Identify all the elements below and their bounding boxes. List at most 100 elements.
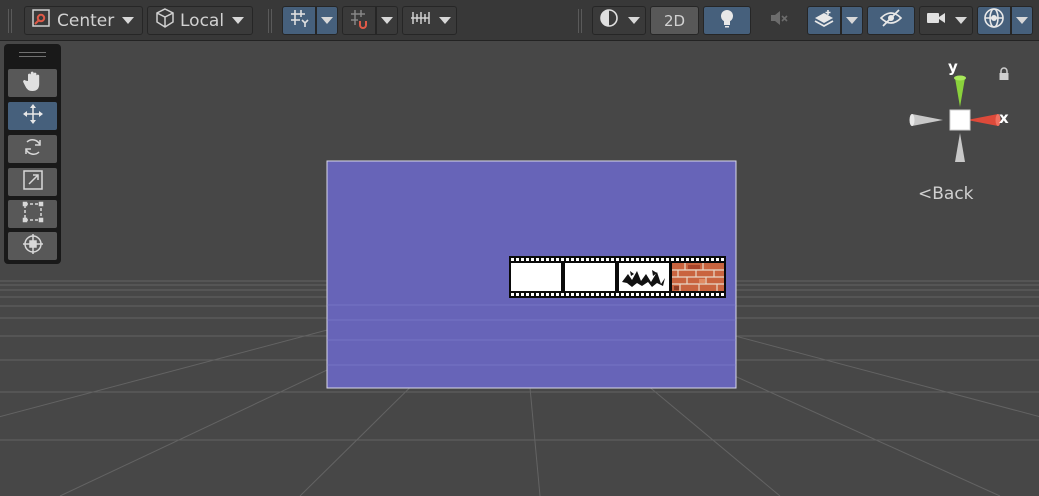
sprocket-hole [651, 258, 654, 261]
chevron-left-icon: < [918, 184, 933, 204]
gizmo-center-cube[interactable] [949, 109, 971, 131]
sprocket-hole [681, 293, 684, 296]
film-frame-2 [565, 263, 615, 291]
sprocket-hole [576, 293, 579, 296]
scale-tool-button[interactable] [8, 168, 57, 196]
effects-dropdown[interactable] [841, 6, 863, 35]
sprocket-hole [716, 258, 719, 261]
sprocket-hole [531, 293, 534, 296]
view-direction-label[interactable]: <Back [918, 184, 974, 204]
chevron-down-icon [1016, 17, 1028, 24]
sprocket-hole [686, 258, 689, 261]
sprocket-hole [701, 258, 704, 261]
sprocket-hole [561, 293, 564, 296]
toolbar-grip[interactable] [578, 9, 582, 33]
sprocket-hole [521, 293, 524, 296]
sprocket-hole [596, 258, 599, 261]
sprocket-hole [586, 293, 589, 296]
gizmo-negx-cone[interactable] [912, 114, 943, 126]
gizmos-toggle[interactable] [977, 6, 1011, 35]
sprocket-hole [591, 258, 594, 261]
hand-tool-button[interactable] [8, 69, 57, 97]
sprocket-hole [686, 293, 689, 296]
move-arrows-icon [21, 102, 45, 130]
sprocket-hole [621, 293, 624, 296]
sprocket-hole [601, 293, 604, 296]
sprocket-hole [511, 293, 514, 296]
sprocket-hole [646, 258, 649, 261]
sprocket-hole [606, 258, 609, 261]
increment-snapping-button[interactable] [342, 6, 376, 35]
grid-visibility-dropdown[interactable] [402, 6, 457, 35]
sprocket-hole [611, 293, 614, 296]
sprocket-hole [531, 258, 534, 261]
sprocket-hole [616, 258, 619, 261]
scene-lighting-toggle[interactable] [703, 6, 751, 35]
gizmos-dropdown[interactable] [1011, 6, 1033, 35]
sprocket-hole [601, 258, 604, 261]
sprocket-hole [696, 258, 699, 261]
sprocket-hole [646, 293, 649, 296]
view-direction-text: Back [932, 184, 974, 204]
sprocket-hole [696, 293, 699, 296]
sprocket-hole [581, 293, 584, 296]
layers-stack-icon [813, 7, 835, 34]
scene-toolbar: Center Local 2D [0, 0, 1039, 41]
sprocket-hole [706, 258, 709, 261]
gizmo-y-cone[interactable] [955, 78, 965, 107]
pivot-rotation-dropdown[interactable]: Local [147, 6, 253, 35]
sprocket-hole [631, 293, 634, 296]
sprocket-hole [666, 258, 669, 261]
scene-visibility-toggle[interactable] [867, 6, 915, 35]
camera-settings-dropdown[interactable] [919, 6, 973, 35]
rotate-tool-button[interactable] [8, 135, 57, 163]
sprocket-hole [526, 293, 529, 296]
gizmo-x-label: x [999, 109, 1009, 127]
gizmo-y-label: y [948, 58, 958, 76]
effects-toggle[interactable] [807, 6, 841, 35]
sprocket-hole [516, 293, 519, 296]
draw-mode-dropdown[interactable] [592, 6, 646, 35]
scale-icon [21, 168, 45, 196]
scene-viewport[interactable] [0, 0, 1039, 496]
sprocket-hole [631, 258, 634, 261]
sprocket-hole [691, 293, 694, 296]
speaker-mute-icon [768, 7, 790, 34]
sprocket-hole [641, 258, 644, 261]
sprocket-hole [571, 293, 574, 296]
toolbar-grip[interactable] [268, 9, 272, 33]
gizmo-negz-cone[interactable] [955, 133, 965, 162]
chevron-down-icon [628, 17, 640, 24]
cube-icon [154, 7, 176, 34]
overlay-drag-handle[interactable] [19, 52, 46, 57]
audio-toggle[interactable] [755, 6, 803, 35]
film-sprockets-top [511, 258, 724, 261]
sprocket-hole [596, 293, 599, 296]
grid-snapping-dropdown[interactable] [316, 6, 338, 35]
sprocket-hole [566, 258, 569, 261]
sprocket-hole [511, 258, 514, 261]
rect-tool-button[interactable] [8, 200, 57, 228]
sprocket-hole [521, 258, 524, 261]
grid-snapping-button[interactable] [282, 6, 316, 35]
move-tool-button[interactable] [8, 102, 57, 130]
lock-icon[interactable] [998, 66, 1010, 85]
sprocket-hole [576, 258, 579, 261]
sprocket-hole [566, 293, 569, 296]
toggle-2d-button[interactable]: 2D [650, 6, 699, 35]
increment-snapping-dropdown[interactable] [376, 6, 398, 35]
toolbar-grip[interactable] [8, 9, 12, 33]
sprocket-hole [586, 258, 589, 261]
sprocket-hole [711, 258, 714, 261]
eye-hidden-icon [879, 7, 903, 34]
film-strip[interactable] [509, 256, 726, 298]
sprocket-hole [611, 258, 614, 261]
sprocket-hole [571, 258, 574, 261]
sprocket-hole [681, 258, 684, 261]
gizmo-x-cone[interactable] [967, 114, 998, 126]
chevron-down-icon [321, 17, 333, 24]
pivot-position-dropdown[interactable]: Center [24, 6, 143, 35]
transform-tool-button[interactable] [8, 232, 57, 260]
sprocket-hole [721, 258, 724, 261]
pivot-center-icon [31, 7, 53, 34]
